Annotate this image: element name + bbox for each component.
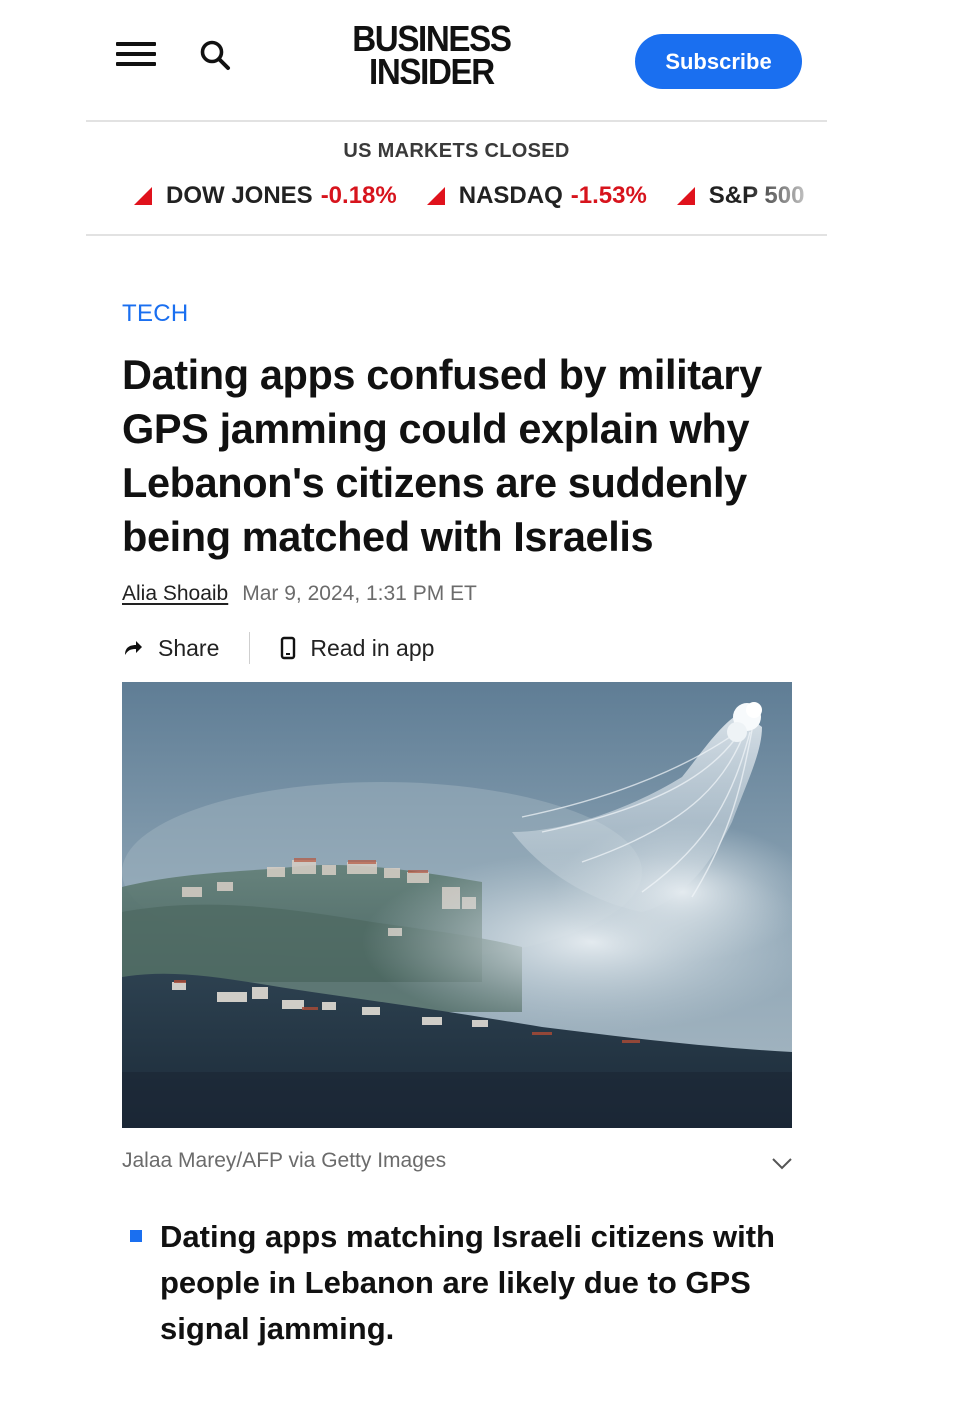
- bullet-square-icon: [130, 1230, 142, 1242]
- key-point: Dating apps matching Israeli citizens wi…: [160, 1219, 775, 1346]
- phone-icon: [281, 636, 296, 660]
- search-icon[interactable]: [198, 38, 232, 72]
- market-ticker-bar: US MARKETS CLOSED DOW JONES -0.18% NASDA…: [86, 122, 827, 236]
- share-button[interactable]: Share: [122, 635, 219, 662]
- ticker-nasdaq[interactable]: NASDAQ -1.53%: [426, 180, 647, 212]
- read-in-app-button[interactable]: Read in app: [280, 635, 434, 662]
- ticker-name: NASDAQ: [458, 182, 563, 209]
- subscribe-button[interactable]: Subscribe: [635, 34, 802, 89]
- publish-date: Mar 9, 2024, 1:31 PM ET: [242, 582, 477, 605]
- article-category-link[interactable]: TECH: [122, 300, 189, 328]
- ticker-change: -1.53%: [570, 182, 647, 209]
- read-in-app-label: Read in app: [310, 634, 435, 661]
- ticker-name: DOW JONES: [166, 182, 313, 209]
- article-actions: Share Read in app: [122, 630, 434, 666]
- ticker-fade: [747, 180, 827, 212]
- hamburger-menu-icon[interactable]: [116, 40, 158, 70]
- share-arrow-icon: [125, 641, 142, 655]
- action-divider: [249, 632, 251, 664]
- article-headline: Dating apps confused by military GPS jam…: [122, 351, 762, 560]
- article-hero-image[interactable]: [122, 682, 792, 1128]
- down-arrow-icon: [134, 187, 152, 205]
- share-label: Share: [158, 634, 220, 661]
- author-link[interactable]: Alia Shoaib: [122, 582, 228, 606]
- logo-line-2: INSIDER: [369, 51, 495, 92]
- photo-credit: Jalaa Marey/AFP via Getty Images: [122, 1149, 447, 1172]
- site-header: BUSINESS INSIDER Subscribe: [86, 0, 827, 122]
- ticker-list: DOW JONES -0.18% NASDAQ -1.53% S&P 500: [134, 180, 827, 212]
- ticker-dow-jones[interactable]: DOW JONES -0.18%: [134, 180, 397, 212]
- down-arrow-icon: [676, 187, 695, 205]
- ticker-change: -0.18%: [320, 182, 397, 209]
- market-status: US MARKETS CLOSED: [343, 140, 570, 162]
- chevron-down-icon[interactable]: [770, 1153, 794, 1173]
- down-arrow-icon: [426, 187, 445, 205]
- site-logo[interactable]: BUSINESS INSIDER: [344, 21, 519, 92]
- article-byline: Alia Shoaib Mar 9, 2024, 1:31 PM ET: [122, 582, 477, 606]
